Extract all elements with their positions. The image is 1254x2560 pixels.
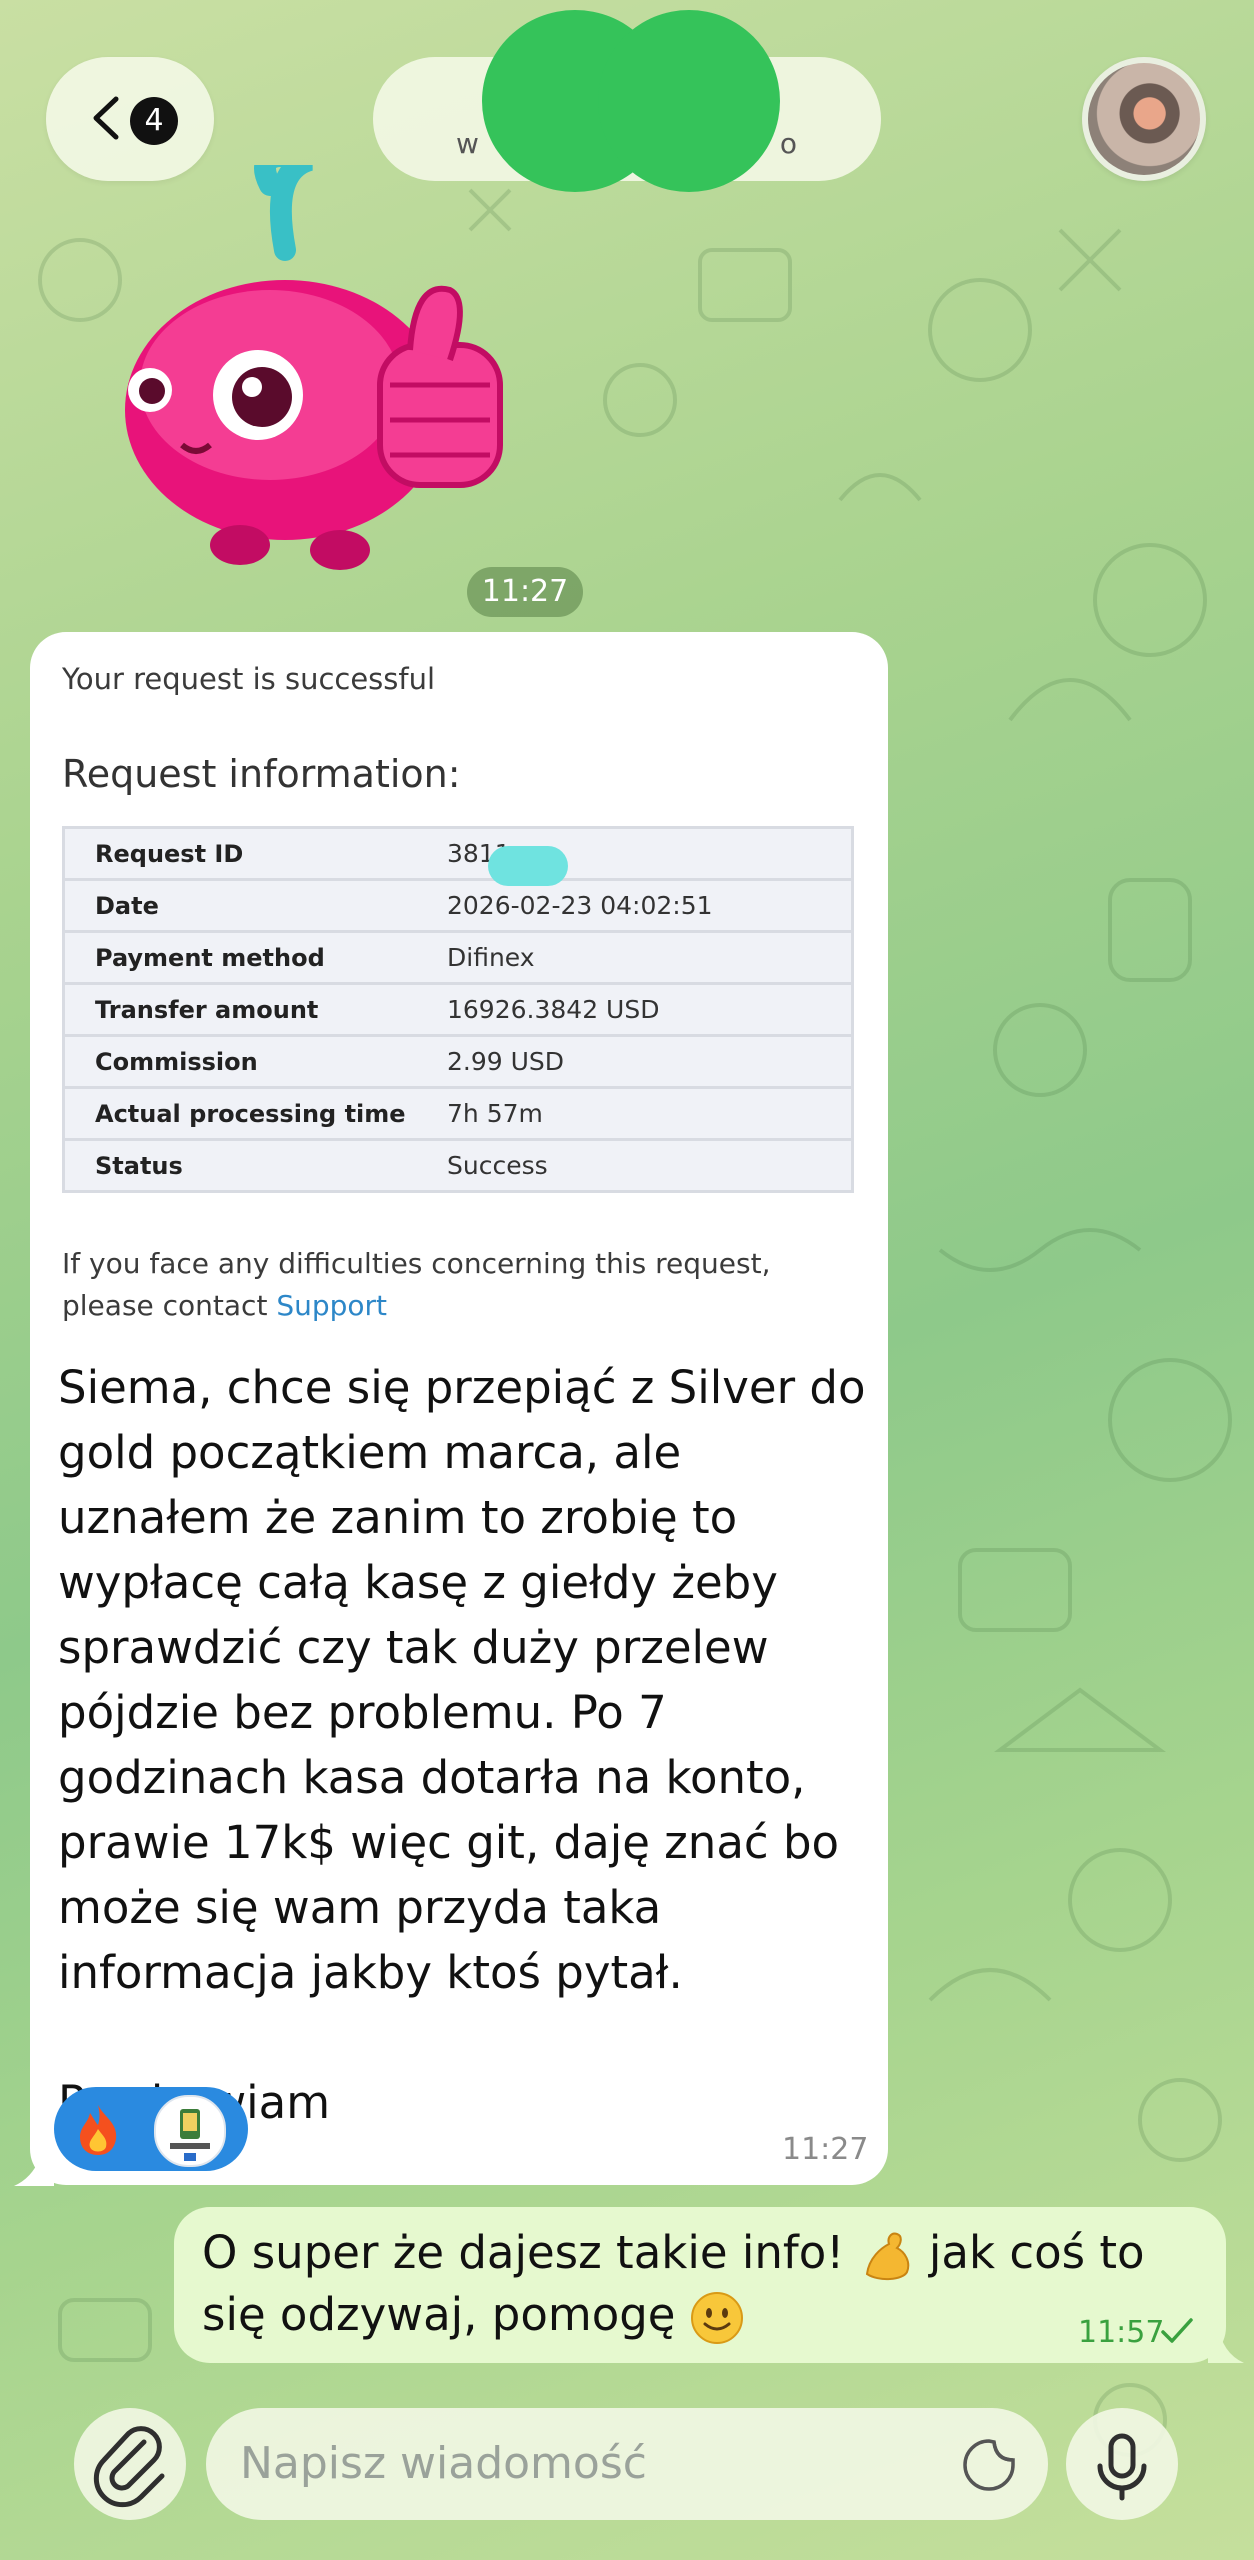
- row-label: Date: [63, 878, 447, 932]
- flexed-biceps-emoji-icon: [865, 2232, 909, 2280]
- table-row: Status Success: [63, 1138, 853, 1192]
- reactor-avatar: [154, 2095, 226, 2167]
- table-row: Request ID 3811: [64, 828, 853, 880]
- request-info-table: Request ID 3811 Date 2026-02-23 04:02:51 P…: [62, 826, 854, 1193]
- fire-emoji-icon: [80, 2105, 117, 2155]
- row-value: 2026-02-23 04:02:51: [447, 878, 853, 932]
- bubble-tail: [1208, 2325, 1244, 2363]
- row-value: Success: [447, 1138, 853, 1192]
- table-row: Actual processing time 7h 57m: [63, 1086, 853, 1140]
- cherry-thumbs-up-sticker[interactable]: [120, 165, 540, 585]
- row-label: Commission: [63, 1034, 447, 1088]
- row-label: Status: [63, 1138, 447, 1192]
- chevron-left-icon: [93, 96, 119, 140]
- sticker-timestamp: 11:27: [467, 567, 583, 617]
- row-value: 16926.3842 USD: [447, 982, 853, 1036]
- table-row: Date 2026-02-23 04:02:51: [63, 878, 853, 932]
- smiling-face-emoji-icon: [690, 2292, 743, 2344]
- back-button[interactable]: 4: [46, 57, 214, 181]
- table-row: Payment method Difinex: [63, 930, 853, 984]
- incoming-message-text: Siema, chce się przepiąć z Silver do gol…: [58, 1361, 866, 2129]
- row-label: Payment method: [63, 930, 447, 984]
- outgoing-timestamp: 11:57: [1078, 2315, 1165, 2350]
- incoming-timestamp: 11:27: [782, 2132, 869, 2167]
- request-id-redaction: [488, 846, 568, 886]
- bubble-tail: [14, 2150, 54, 2186]
- outgoing-message-text: O super że dajesz takie info! jak coś to…: [202, 2222, 1202, 2346]
- reactions-chip[interactable]: [54, 2087, 248, 2171]
- row-label: Transfer amount: [63, 982, 447, 1036]
- microphone-icon: [1097, 2433, 1147, 2501]
- message-input[interactable]: Napisz wiadomość: [206, 2408, 1048, 2520]
- message-input-placeholder: Napisz wiadomość: [240, 2438, 647, 2489]
- voice-message-button[interactable]: [1066, 2408, 1178, 2520]
- paperclip-icon: [93, 2426, 165, 2508]
- row-label: Request ID: [95, 839, 244, 868]
- receipt-section-title: Request information:: [62, 752, 461, 796]
- row-value: Difinex: [447, 930, 853, 984]
- receipt-status-line: Your request is successful: [62, 662, 436, 696]
- contact-avatar[interactable]: [1082, 57, 1206, 181]
- check-icon: [1161, 2318, 1193, 2343]
- sticker-icon[interactable]: [962, 2438, 1016, 2492]
- receipt-help-text: If you face any difficulties concerning …: [62, 1247, 771, 1322]
- support-link[interactable]: Support: [276, 1289, 387, 1322]
- table-row: Commission 2.99 USD: [63, 1034, 853, 1088]
- row-value: 2.99 USD: [447, 1034, 853, 1088]
- unread-count-badge: 4: [130, 97, 178, 145]
- row-value: 7h 57m: [447, 1086, 853, 1140]
- redaction-blob: [598, 10, 780, 192]
- row-label: Actual processing time: [63, 1086, 447, 1140]
- attach-button[interactable]: [74, 2408, 186, 2520]
- table-row: Transfer amount 16926.3842 USD: [63, 982, 853, 1036]
